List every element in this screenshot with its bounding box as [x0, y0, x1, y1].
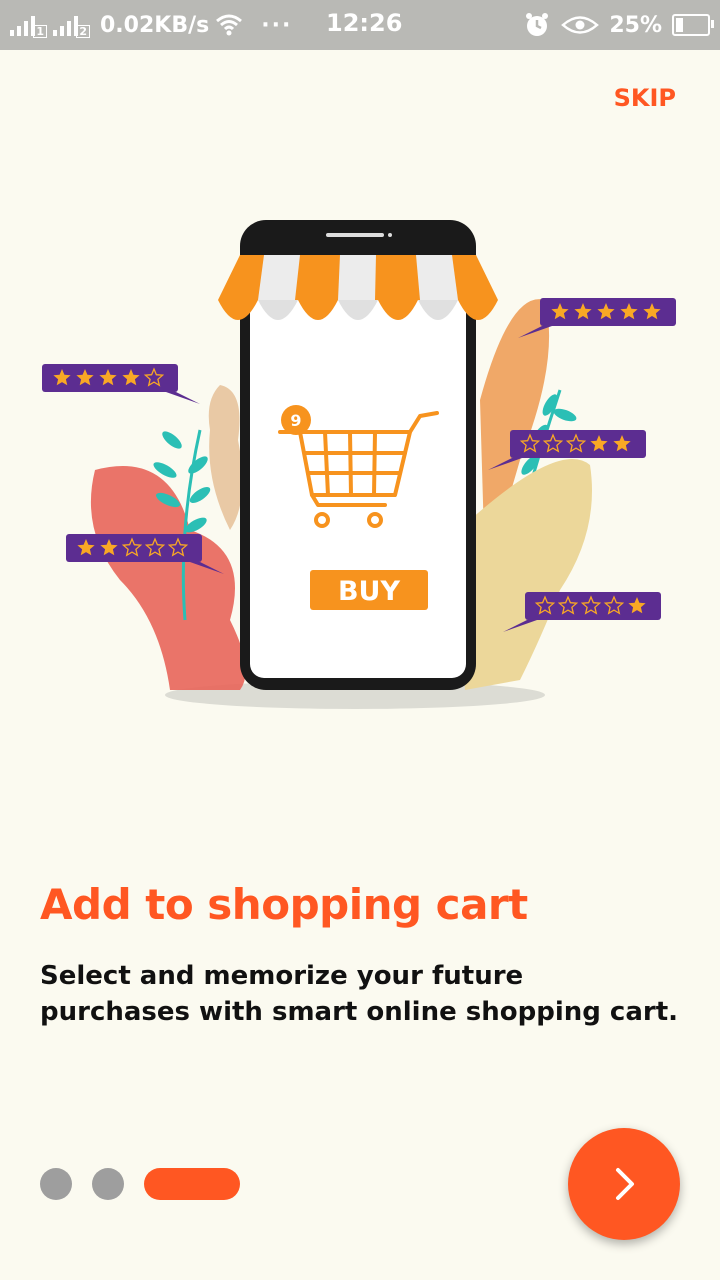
skip-button[interactable]: SKIP: [614, 84, 676, 112]
network-speed: 0.02KB/s: [100, 12, 210, 38]
page-dot-active: [144, 1168, 240, 1200]
page-indicator: [40, 1168, 240, 1200]
status-bar: 1 2 0.02KB/s ··· 12:26 25%: [0, 0, 720, 50]
next-button[interactable]: [568, 1128, 680, 1240]
rating-bubble: [42, 364, 200, 404]
sim2-label: 2: [76, 25, 90, 38]
battery-icon: [672, 14, 714, 36]
leaf-tan-left: [208, 385, 243, 530]
wifi-icon: [216, 14, 243, 36]
status-left: 1 2 0.02KB/s ···: [10, 8, 292, 42]
status-right: 25%: [523, 8, 714, 42]
signal-sim2-icon: 2: [53, 14, 90, 38]
more-notifications: ···: [261, 12, 293, 38]
page-dot: [40, 1168, 72, 1200]
onboarding-description: Select and memorize your future purchase…: [40, 961, 679, 1027]
sim1-label: 1: [33, 25, 47, 38]
buy-label: BUY: [338, 576, 401, 607]
signal-sim1-icon: 1: [10, 14, 47, 38]
chevron-right-icon: [616, 1168, 634, 1200]
alarm-icon: [526, 13, 549, 36]
battery-percent: 25%: [609, 12, 662, 38]
eye-icon: [561, 16, 600, 34]
clock: 12:26: [326, 9, 403, 37]
page-dot: [92, 1168, 124, 1200]
shopping-cart-illustration: 9 BUY: [42, 220, 676, 709]
onboarding-title: Add to shopping cart: [40, 880, 528, 929]
leaf-yellow-right: [463, 459, 592, 690]
cart-badge: 9: [290, 411, 301, 430]
